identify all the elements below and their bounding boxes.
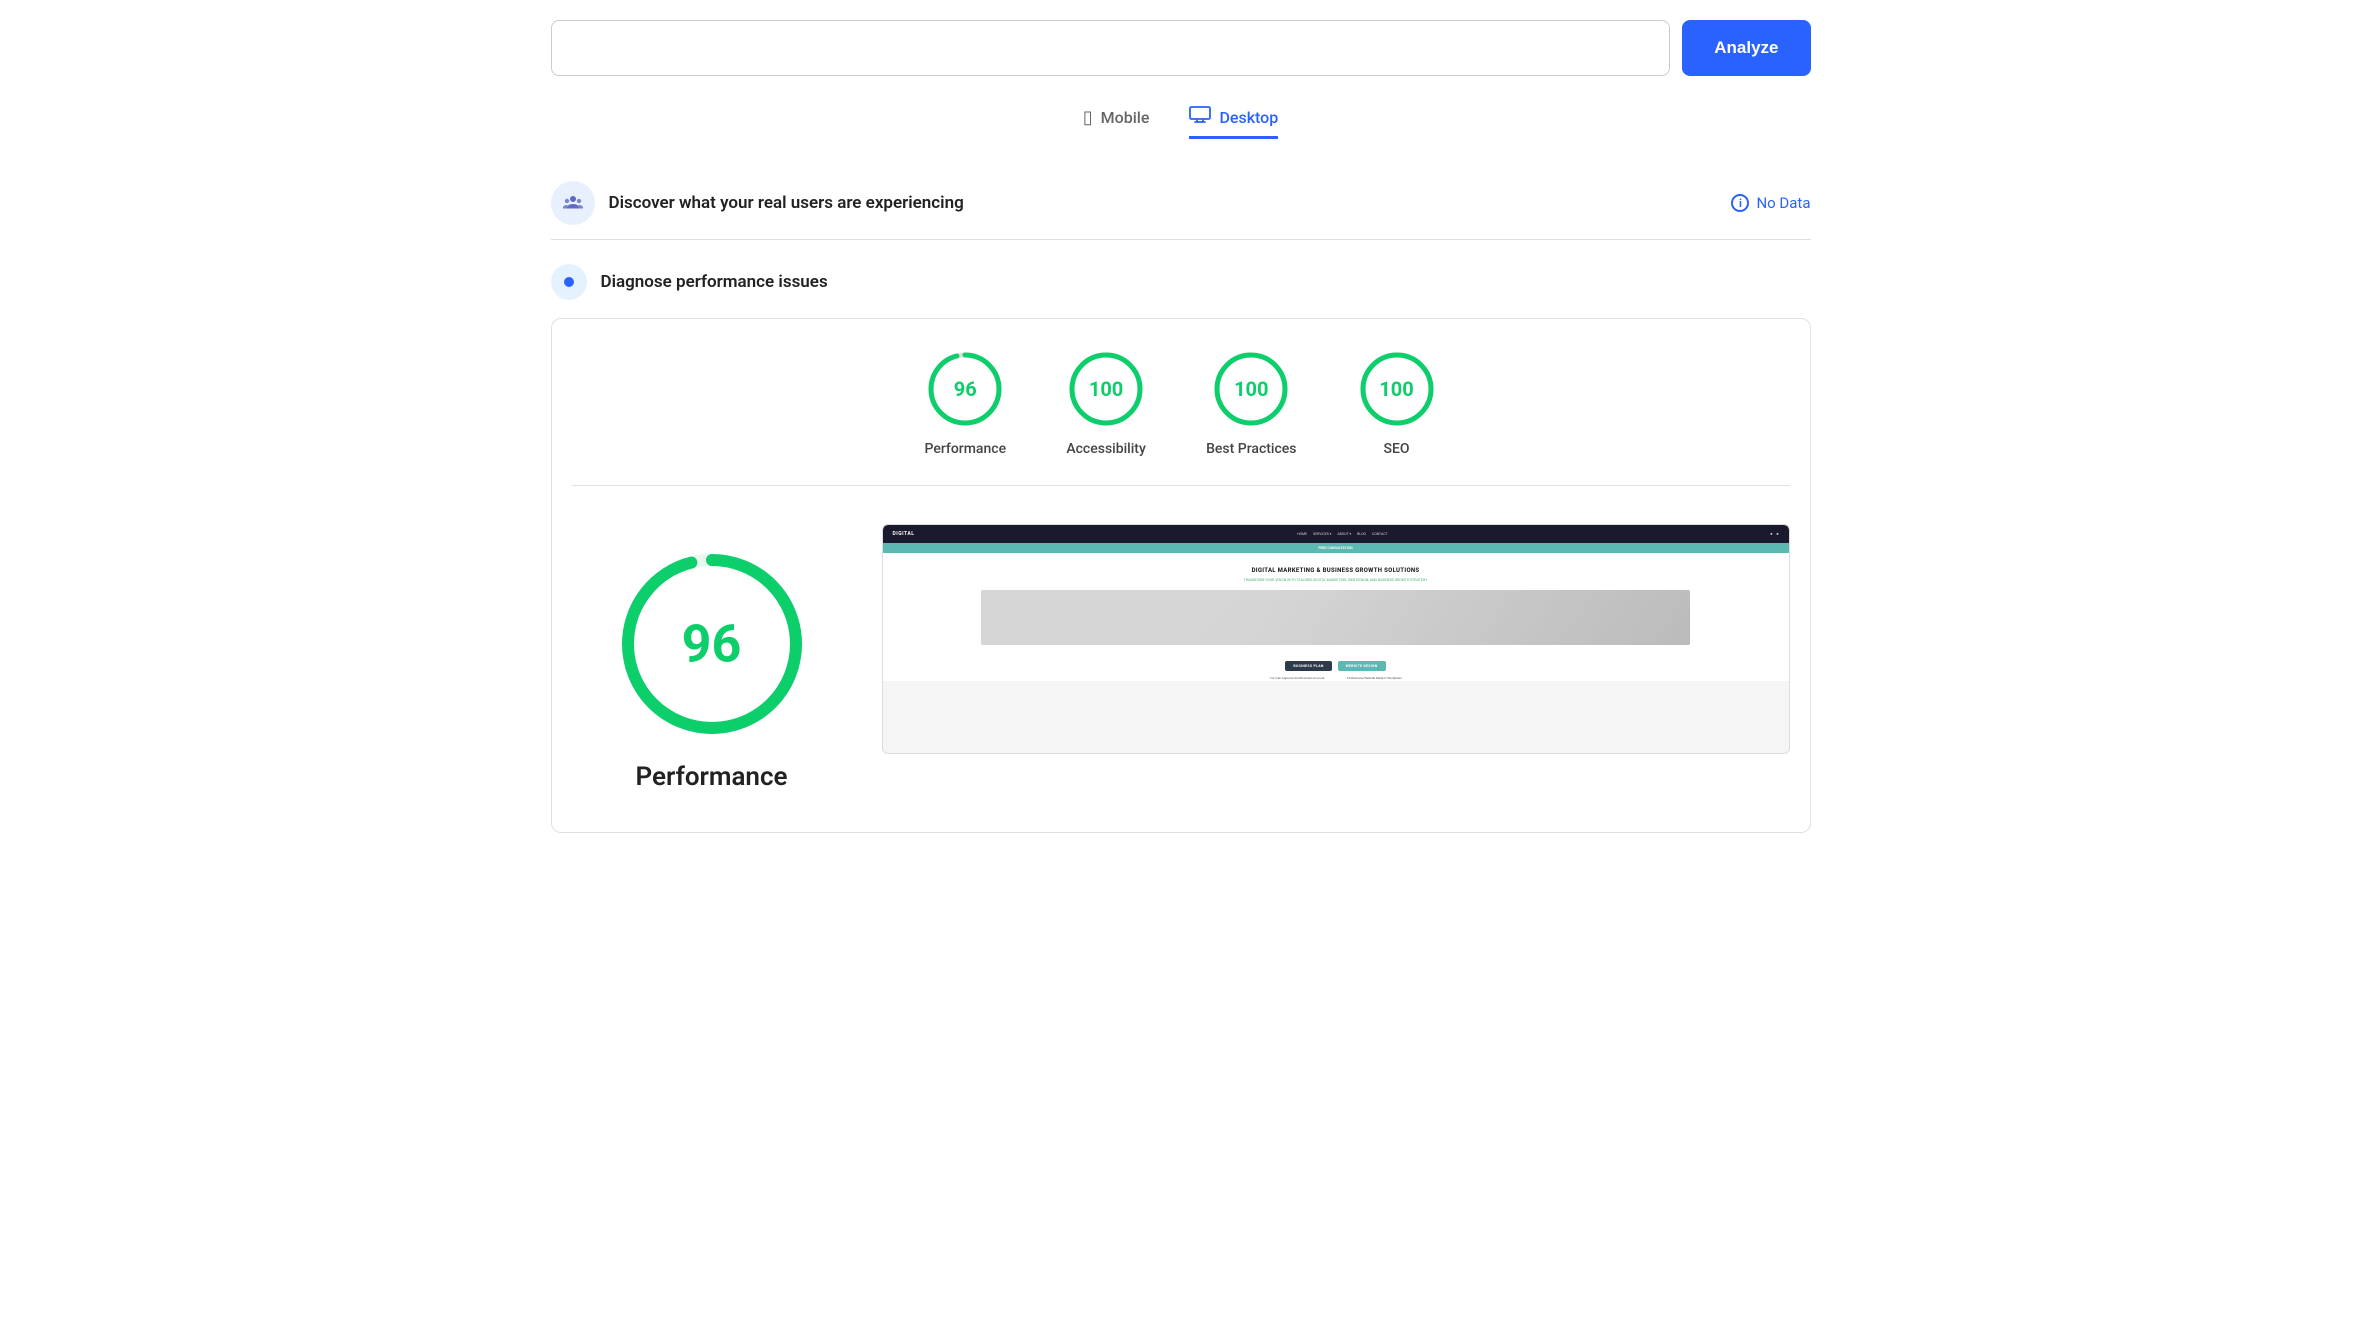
big-score-label: Performance — [635, 762, 787, 792]
fake-hero-sub: TRANSFORM YOUR VISION WITH TAILORED DIGI… — [893, 578, 1779, 582]
diagnose-title: Diagnose performance issues — [601, 272, 828, 292]
fake-bullets: For loan Approval And Business Account. … — [883, 676, 1789, 681]
discover-title: Discover what your real users are experi… — [609, 193, 964, 213]
fake-nav-icon1: ■ — [1770, 532, 1772, 536]
tab-desktop-label: Desktop — [1219, 108, 1278, 127]
page-wrapper: https://digitalvisionworld.com/ Analyze … — [521, 0, 1841, 853]
score-value-accessibility: 100 — [1089, 377, 1123, 401]
score-value-best-practices: 100 — [1234, 377, 1268, 401]
url-input[interactable]: https://digitalvisionworld.com/ — [551, 20, 1671, 76]
card-divider — [572, 485, 1790, 486]
scores-row: 96 Performance 100 Accessibility — [572, 349, 1790, 457]
fake-btn-business: BUSINESS PLAN — [1285, 661, 1331, 671]
score-value-seo: 100 — [1379, 377, 1413, 401]
fake-nav-icon2: ■ — [1776, 532, 1778, 536]
discover-icon — [551, 181, 595, 225]
tab-mobile[interactable]: ▯ Mobile — [1083, 106, 1150, 139]
tab-mobile-label: Mobile — [1101, 108, 1150, 127]
desktop-icon — [1189, 106, 1211, 128]
fake-site: DIGITAL HOME SERVICES ▾ ABOUT ▾ BLOG CON… — [883, 525, 1789, 681]
big-circle: 96 — [612, 544, 812, 744]
fake-nav-link-home: HOME — [1297, 532, 1307, 536]
diagnose-dot — [564, 277, 574, 287]
score-label-seo: SEO — [1383, 441, 1409, 457]
fake-buttons: BUSINESS PLAN WEBSITE DESIGN — [883, 661, 1789, 671]
fake-nav-social: ■ ■ — [1770, 532, 1778, 536]
fake-btn-website: WEBSITE DESIGN — [1338, 661, 1386, 671]
score-item-best-practices: 100 Best Practices — [1206, 349, 1296, 457]
score-item-performance: 96 Performance — [924, 349, 1006, 457]
mobile-icon: ▯ — [1083, 107, 1093, 128]
big-score-wrap: 96 Performance — [572, 524, 852, 812]
diagnose-icon-wrap — [551, 264, 587, 300]
fake-nav-link-about: ABOUT ▾ — [1337, 532, 1351, 536]
bottom-area: 96 Performance DIGITAL HOME SERVICES ▾ A… — [572, 514, 1790, 812]
no-data-right: i No Data — [1731, 194, 1810, 212]
fake-hero-title: DIGITAL MARKETING & BUSINESS GROWTH SOLU… — [893, 567, 1779, 574]
fake-nav: DIGITAL HOME SERVICES ▾ ABOUT ▾ BLOG CON… — [883, 525, 1789, 543]
scores-card: 96 Performance 100 Accessibility — [551, 318, 1811, 833]
score-item-seo: 100 SEO — [1357, 349, 1437, 457]
fake-hero-img — [981, 590, 1690, 645]
diagnose-section-title: Diagnose performance issues — [551, 264, 1811, 300]
fake-nav-link-contact: CONTACT — [1372, 532, 1388, 536]
tabs-row: ▯ Mobile Desktop — [551, 106, 1811, 139]
score-label-performance: Performance — [924, 441, 1006, 457]
fake-bullet-1: For loan Approval And Business Account. — [1268, 676, 1325, 680]
tab-desktop[interactable]: Desktop — [1189, 106, 1278, 139]
score-circle-seo: 100 — [1357, 349, 1437, 429]
fake-hero: DIGITAL MARKETING & BUSINESS GROWTH SOLU… — [883, 553, 1789, 655]
no-data-label: No Data — [1756, 194, 1810, 212]
fake-bullet-col-1: For loan Approval And Business Account. — [1268, 676, 1325, 681]
discover-section: Discover what your real users are experi… — [551, 167, 1811, 240]
fake-bullet-col-2: Professional Website Made In Wordpress. — [1345, 676, 1402, 681]
score-item-accessibility: 100 Accessibility — [1066, 349, 1146, 457]
score-value-performance: 96 — [954, 377, 977, 401]
fake-bullet-2: Professional Website Made In Wordpress. — [1345, 676, 1402, 680]
url-bar-row: https://digitalvisionworld.com/ Analyze — [551, 20, 1811, 76]
score-circle-best-practices: 100 — [1211, 349, 1291, 429]
fake-logo: DIGITAL — [893, 531, 915, 537]
discover-left: Discover what your real users are experi… — [551, 181, 964, 225]
info-icon: i — [1731, 194, 1749, 212]
fake-nav-links: HOME SERVICES ▾ ABOUT ▾ BLOG CONTACT — [1297, 532, 1388, 536]
score-label-accessibility: Accessibility — [1066, 441, 1145, 457]
fake-nav-link-services: SERVICES ▾ — [1313, 532, 1331, 536]
score-circle-performance: 96 — [925, 349, 1005, 429]
analyze-button[interactable]: Analyze — [1682, 20, 1810, 76]
fake-banner: FREE CONSULTATION — [883, 543, 1789, 553]
fake-nav-link-blog: BLOG — [1357, 532, 1366, 536]
score-circle-accessibility: 100 — [1066, 349, 1146, 429]
big-score-value: 96 — [682, 614, 742, 675]
screenshot-preview: DIGITAL HOME SERVICES ▾ ABOUT ▾ BLOG CON… — [882, 524, 1790, 754]
score-label-best-practices: Best Practices — [1206, 441, 1296, 457]
